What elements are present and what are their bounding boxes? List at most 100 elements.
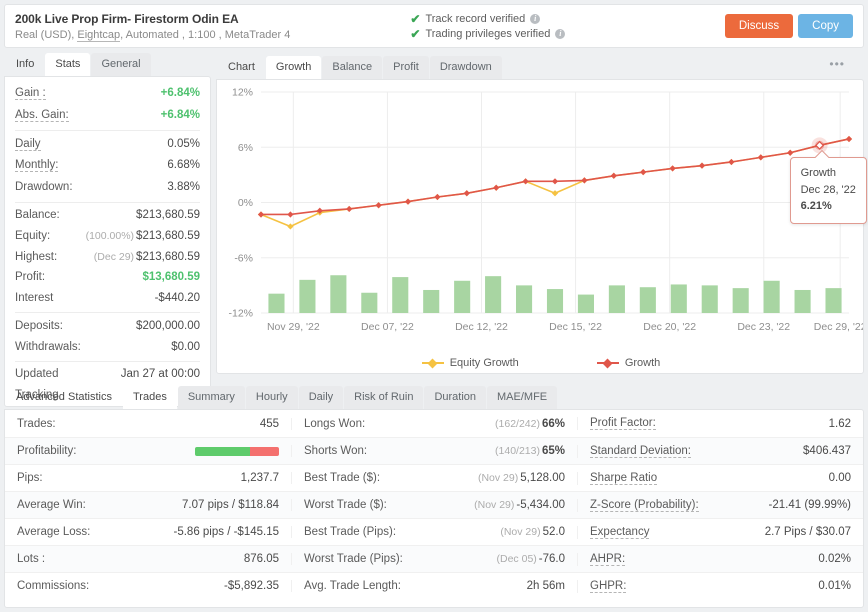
- series-point-growth[interactable]: [493, 185, 499, 191]
- series-point-growth[interactable]: [640, 169, 646, 175]
- tab-balance[interactable]: Balance: [322, 56, 382, 79]
- table-cell-number: 1,237.7: [241, 472, 279, 484]
- table-cell-label[interactable]: Standard Deviation:: [590, 445, 691, 458]
- stat-label: Interest: [15, 292, 53, 304]
- legend-item-growth[interactable]: Growth: [597, 357, 660, 369]
- chart-panel: ChartGrowthBalanceProfitDrawdown ••• 12%…: [216, 53, 864, 375]
- tab-general[interactable]: General: [91, 53, 150, 76]
- tab-duration[interactable]: Duration: [424, 386, 486, 409]
- tab-summary[interactable]: Summary: [178, 386, 245, 409]
- series-point-growth[interactable]: [405, 198, 411, 204]
- series-point-growth[interactable]: [346, 206, 352, 212]
- series-point-growth[interactable]: [522, 178, 528, 184]
- tab-trades[interactable]: Trades: [123, 386, 177, 409]
- table-cell-number: -21.41 (99.99%): [769, 499, 851, 511]
- tab-daily[interactable]: Daily: [299, 386, 343, 409]
- table-cell-best-trade: Best Trade ($):(Nov 29)5,128.00: [291, 472, 577, 484]
- stat-value: 6.68%: [167, 159, 200, 171]
- series-point-growth[interactable]: [669, 165, 675, 171]
- discuss-button[interactable]: Discuss: [725, 14, 793, 38]
- divider: [15, 361, 200, 362]
- series-point-growth[interactable]: [581, 177, 587, 183]
- series-point-growth[interactable]: [699, 163, 705, 169]
- table-cell-label: Lots :: [17, 553, 45, 565]
- table-cell-label[interactable]: GHPR:: [590, 580, 626, 593]
- tab-advanced-statistics[interactable]: Advanced Statistics: [6, 386, 122, 409]
- stat-row-profit: Profit:$13,680.59: [15, 267, 200, 288]
- stat-value: $0.00: [171, 341, 200, 353]
- stat-label[interactable]: Gain :: [15, 87, 46, 100]
- growth-chart[interactable]: 12%6%0%-6%-12%Nov 29, '22Dec 07, '22Dec …: [217, 80, 865, 373]
- info-icon[interactable]: i: [530, 14, 540, 24]
- table-row: Commissions:-$5,892.35Avg. Trade Length:…: [5, 572, 863, 599]
- table-cell-ghpr: GHPR: 0.01%: [577, 580, 863, 593]
- series-point-growth[interactable]: [434, 194, 440, 200]
- table-cell-label: Best Trade (Pips):: [304, 526, 396, 538]
- tab-info[interactable]: Info: [6, 53, 44, 76]
- table-cell-label[interactable]: Profit Factor:: [590, 417, 656, 430]
- series-point-equity-growth[interactable]: [287, 223, 293, 229]
- table-cell-pips: Pips:1,237.7: [5, 472, 291, 484]
- copy-button[interactable]: Copy: [798, 14, 853, 38]
- tab-risk-of-ruin[interactable]: Risk of Ruin: [344, 386, 423, 409]
- chart-bar: [485, 276, 501, 313]
- table-cell-label: Avg. Trade Length:: [304, 580, 401, 592]
- tab-chart[interactable]: Chart: [218, 56, 265, 79]
- series-point-growth[interactable]: [258, 211, 264, 217]
- tab-hourly[interactable]: Hourly: [246, 386, 298, 409]
- table-cell-number: 2h 56m: [527, 580, 565, 592]
- legend-diamond-icon: [427, 358, 437, 368]
- table-cell-expectancy: Expectancy2.7 Pips / $30.07: [577, 526, 863, 539]
- more-options-icon[interactable]: •••: [829, 58, 845, 70]
- table-cell-label[interactable]: AHPR:: [590, 553, 625, 566]
- table-cell-lots: Lots :876.05: [5, 553, 291, 565]
- series-line-growth: [261, 139, 849, 215]
- table-cell-ahpr: AHPR:0.02%: [577, 553, 863, 566]
- table-row: Average Loss:-5.86 pips / -$145.15Best T…: [5, 518, 863, 545]
- badge-track-record-label: Track record verified: [425, 13, 525, 25]
- trades-table: Trades:455Longs Won:(162/242)66%Profit F…: [5, 410, 863, 599]
- series-point-growth[interactable]: [287, 211, 293, 217]
- stat-label[interactable]: Daily: [15, 138, 41, 151]
- stat-label[interactable]: Abs. Gain:: [15, 109, 69, 122]
- table-cell-label[interactable]: Expectancy: [590, 526, 649, 539]
- stat-label[interactable]: Monthly:: [15, 159, 58, 172]
- table-cell-worst-trade: Worst Trade ($):(Nov 29)-5,434.00: [291, 499, 577, 511]
- table-cell-number: 0.01%: [818, 580, 851, 592]
- tab-stats[interactable]: Stats: [45, 53, 90, 76]
- info-icon[interactable]: i: [555, 29, 565, 39]
- stat-value: Jan 27 at 00:00: [121, 368, 200, 380]
- series-point-growth[interactable]: [611, 173, 617, 179]
- table-cell-label[interactable]: Sharpe Ratio: [590, 472, 657, 485]
- series-point-growth[interactable]: [464, 190, 470, 196]
- trades-table-card: Trades:455Longs Won:(162/242)66%Profit F…: [4, 409, 864, 608]
- tab-growth[interactable]: Growth: [266, 56, 321, 79]
- account-header: 200k Live Prop Firm- Firestorm Odin EA R…: [4, 4, 864, 48]
- table-cell-number: -$5,892.35: [224, 580, 279, 592]
- series-point-equity-growth[interactable]: [552, 190, 558, 196]
- profitability-bar-win: [195, 447, 250, 456]
- tab-drawdown[interactable]: Drawdown: [430, 56, 502, 79]
- tab-profit[interactable]: Profit: [383, 56, 429, 79]
- x-axis-tick: Dec 20, '22: [643, 321, 696, 333]
- stat-value: (Dec 29)$213,680.59: [94, 251, 200, 263]
- chart-bar: [671, 284, 687, 313]
- table-cell-value: (Nov 29)5,128.00: [478, 472, 565, 484]
- series-point-growth[interactable]: [375, 202, 381, 208]
- chart-bar: [330, 275, 346, 313]
- table-cell-number: -5.86 pips / -$145.15: [174, 526, 280, 538]
- series-point-growth[interactable]: [787, 150, 793, 156]
- table-cell-label[interactable]: Z-Score (Probability):: [590, 499, 699, 512]
- table-row: Profitability:Shorts Won:(140/213)65%Sta…: [5, 437, 863, 464]
- series-point-growth[interactable]: [846, 136, 852, 142]
- broker-link[interactable]: Eightcap: [77, 29, 120, 42]
- chart-bar: [733, 288, 749, 313]
- table-cell-number: 455: [260, 418, 279, 430]
- table-cell-value: 1,237.7: [241, 472, 279, 484]
- series-point-growth[interactable]: [758, 154, 764, 160]
- table-cell-value: (162/242)66%: [495, 418, 565, 430]
- series-point-growth[interactable]: [728, 159, 734, 165]
- legend-item-equity-growth[interactable]: Equity Growth: [422, 357, 519, 369]
- tab-mae-mfe[interactable]: MAE/MFE: [487, 386, 557, 409]
- series-point-growth[interactable]: [552, 178, 558, 184]
